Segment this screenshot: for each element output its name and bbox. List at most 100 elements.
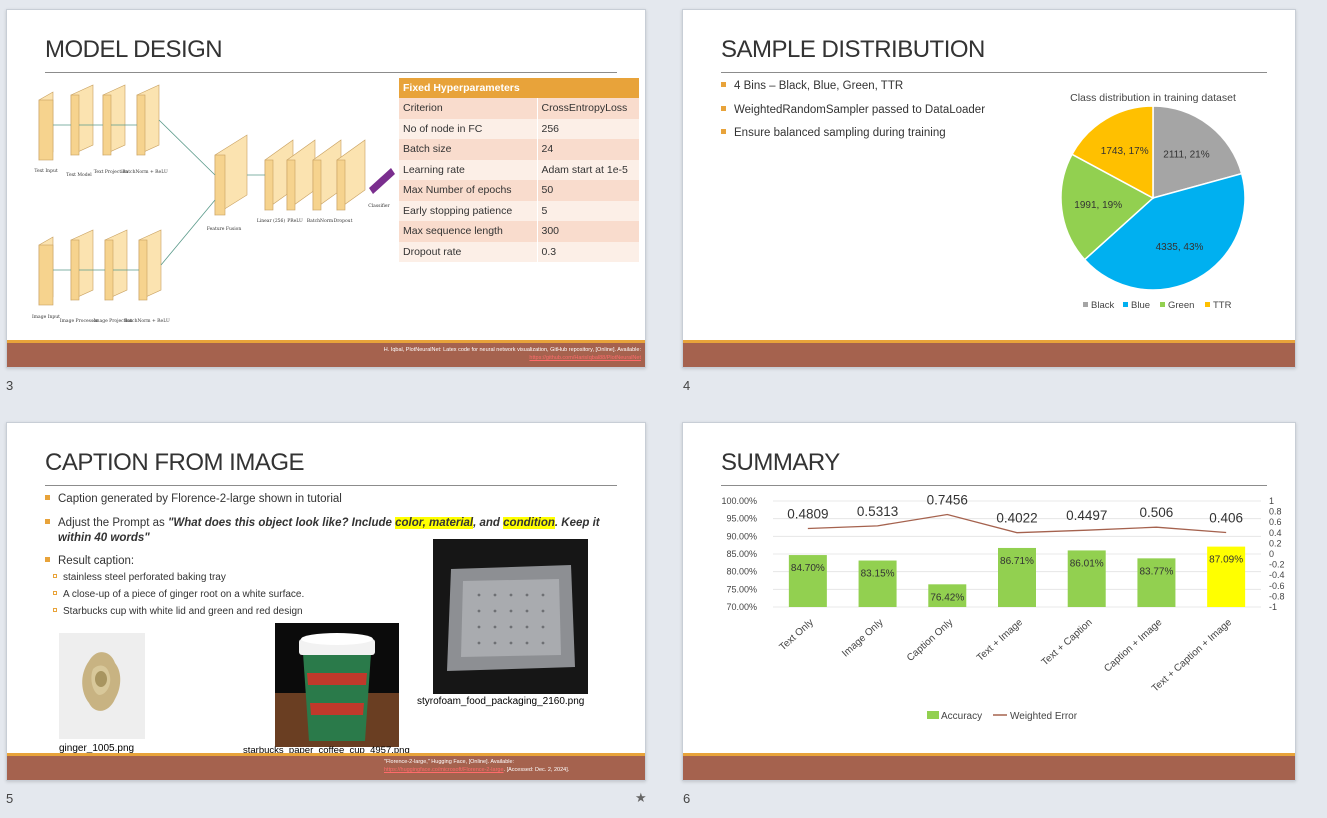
param-name: Learning rate (399, 159, 538, 180)
param-value: 256 (537, 118, 639, 139)
pie-data-label: 4335, 43% (1156, 242, 1204, 253)
star-icon[interactable]: ★ (635, 790, 647, 806)
param-value: 0.3 (537, 241, 639, 262)
slide-summary[interactable]: SUMMARY 100.00% 95.00% 90.00% 85.00% 80.00% 7… (682, 422, 1296, 781)
y2-tick-label: -1 (1269, 602, 1277, 612)
title-divider (721, 72, 1267, 73)
bar-data-label: 76.42% (930, 592, 964, 603)
title-divider (45, 485, 617, 486)
param-value: 24 (537, 139, 639, 160)
legend-label: Black (1091, 300, 1114, 311)
slide-number: 6 (683, 791, 691, 806)
slide-footer: "Florence-2-large," Hugging Face, [Onlin… (7, 753, 645, 780)
param-value: 300 (537, 221, 639, 242)
slide-title: MODEL DESIGN (45, 36, 223, 63)
y2-tick-label: -0.8 (1269, 591, 1285, 601)
slide-footer (683, 753, 1295, 780)
param-name: Max sequence length (399, 221, 538, 242)
hyperparameter-table: Fixed Hyperparameters Criterion CrossEntr… (399, 78, 639, 262)
pie-title: Class distribution in training dataset (1070, 92, 1236, 104)
bullet-continuation: within 40 words" (58, 532, 150, 544)
slide-caption-from-image[interactable]: CAPTION FROM IMAGE Caption generated by … (6, 422, 646, 781)
line-data-label: 0.506 (1140, 505, 1174, 520)
table-row: Learning rate Adam start at 1e-5 (399, 159, 639, 180)
bullet-icon (721, 106, 726, 112)
slide-model-design[interactable]: MODEL DESIGN Text Input Text Model Text … (6, 9, 646, 368)
title-divider (45, 72, 617, 73)
param-name: Dropout rate (399, 241, 538, 262)
highlight-condition: condition (503, 517, 555, 529)
diagram-label-text-model: Text Model (66, 172, 92, 178)
slide-title: SUMMARY (721, 449, 840, 476)
bullet-icon (721, 129, 726, 135)
footnote: H. Iqbal, PlotNeuralNet: Latex code for … (341, 346, 641, 362)
image-filename-tray: styrofoam_food_packaging_2160.png (417, 696, 585, 707)
param-name: No of node in FC (399, 118, 538, 139)
slide-footer (683, 340, 1295, 367)
bar-accuracy (858, 560, 897, 607)
diagram-label-prelu: PReLU (287, 218, 303, 224)
table-row: No of node in FC 256 (399, 118, 639, 139)
pie-data-label: 2111, 21% (1163, 150, 1209, 161)
diagram-label-dropout: Dropout (334, 218, 353, 224)
legend-swatch (927, 711, 939, 719)
param-name: Max Number of epochs (399, 180, 538, 201)
y-tick-label: 95.00% (726, 514, 757, 524)
footnote: "Florence-2-large," Hugging Face, [Onlin… (384, 759, 570, 773)
bullet-icon (721, 82, 726, 88)
ginger-image (59, 633, 145, 739)
x-tick-label: Caption Only (905, 617, 955, 664)
bullet-item-prompt: Adjust the Prompt as "What does this obj… (45, 517, 600, 529)
y-tick-label: 90.00% (726, 531, 757, 541)
footnote-link[interactable]: https://github.com/HarisIqbal88/PlotNeur… (529, 355, 641, 361)
legend-label: TTR (1213, 300, 1232, 311)
table-row: Max Number of epochs 50 (399, 180, 639, 201)
bar-data-label: 84.70% (791, 563, 825, 574)
bullet-icon (45, 495, 50, 501)
sub-bullet-item: stainless steel perforated baking tray (53, 572, 226, 583)
legend-label: Blue (1131, 300, 1150, 311)
y-tick-label: 70.00% (726, 602, 757, 612)
line-data-label: 0.406 (1209, 510, 1243, 525)
line-data-label: 0.4809 (787, 507, 828, 522)
table-row: Dropout rate 0.3 (399, 241, 639, 262)
diagram-label-batchnorm-mid: BatchNorm (307, 218, 334, 224)
bullet-item: Caption generated by Florence-2-large sh… (45, 493, 342, 505)
bar-data-label: 86.71% (1000, 556, 1034, 567)
starbucks-cup-image (275, 623, 399, 747)
diagram-label-text-input: Text Input (34, 168, 58, 174)
footnote-text: H. Iqbal, PlotNeuralNet: Latex code for … (383, 347, 641, 353)
y-tick-label: 85.00% (726, 549, 757, 559)
param-value: 5 (537, 200, 639, 221)
y2-tick-label: -0.2 (1269, 560, 1285, 570)
slide-footer: H. Iqbal, PlotNeuralNet: Latex code for … (7, 340, 645, 367)
x-tick-label: Caption + Image (1102, 617, 1164, 675)
y-tick-label: 80.00% (726, 567, 757, 577)
legend-swatch (1123, 302, 1128, 307)
sub-bullet-icon (53, 608, 57, 613)
title-divider (721, 485, 1267, 486)
slide-title: SAMPLE DISTRIBUTION (721, 36, 985, 63)
sub-bullet-icon (53, 574, 57, 579)
footnote-link[interactable]: https://huggingface.co/microsoft/Florenc… (384, 767, 504, 773)
diagram-label-linear: Linear (256) (257, 217, 286, 224)
bar-data-label: 83.77% (1139, 566, 1173, 577)
line-data-label: 0.7456 (927, 492, 968, 507)
diagram-label-classifier: Classifier (368, 203, 390, 209)
legend-swatch (1160, 302, 1165, 307)
styrofoam-tray-image (433, 539, 588, 694)
x-tick-label: Text + Caption (1040, 617, 1095, 668)
line-data-label: 0.4497 (1066, 508, 1107, 523)
slide-sample-distribution[interactable]: SAMPLE DISTRIBUTION 4 Bins – Black, Blue… (682, 9, 1296, 368)
x-tick-label: Image Only (840, 617, 885, 659)
diagram-label-batchnorm-bottom: BatchNorm + ReLU (124, 318, 170, 324)
x-tick-label: Text + Caption + Image (1150, 617, 1235, 695)
highlight-color-material: color, material (395, 517, 474, 529)
y2-tick-label: 0.6 (1269, 517, 1282, 527)
line-data-label: 0.4022 (996, 511, 1037, 526)
legend-swatch (1083, 302, 1088, 307)
pie-data-label: 1743, 17% (1101, 146, 1149, 157)
bullet-item: Ensure balanced sampling during training (721, 127, 946, 139)
param-value: Adam start at 1e-5 (537, 159, 639, 180)
table-row: Criterion CrossEntropyLoss (399, 98, 639, 119)
